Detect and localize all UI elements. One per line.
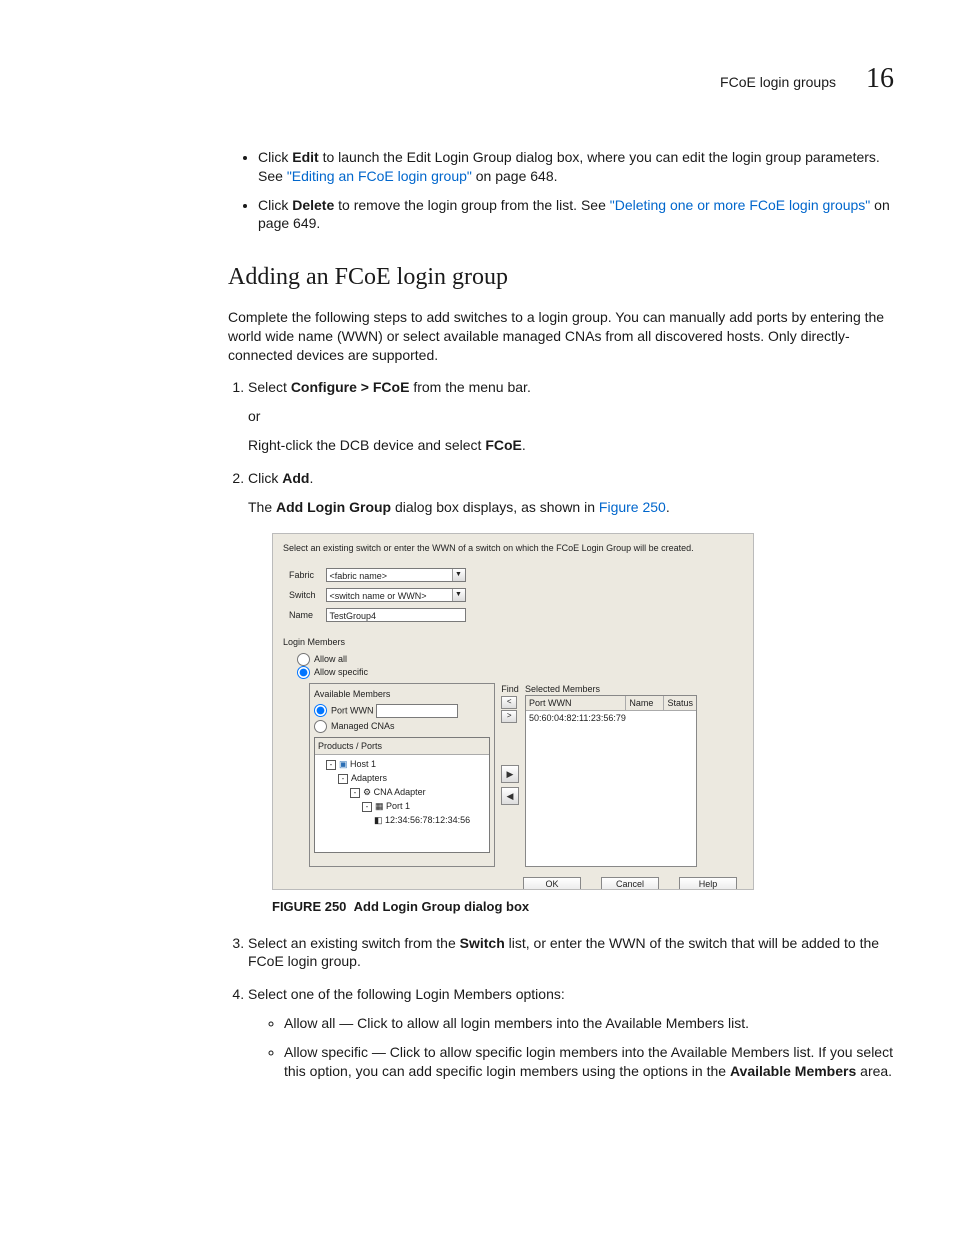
link-edit-group[interactable]: "Editing an FCoE login group" — [287, 168, 472, 184]
fabric-select[interactable]: <fabric name>▼ — [326, 568, 466, 582]
radio-allow-specific-row: Allow specific — [297, 666, 743, 679]
step-4: Select one of the following Login Member… — [248, 985, 894, 1081]
move-left-button[interactable]: ◀ — [501, 787, 519, 805]
steps-list: Select Configure > FCoE from the menu ba… — [228, 378, 894, 1080]
intro-paragraph: Complete the following steps to add swit… — [228, 308, 894, 365]
find-prev-button[interactable]: < — [501, 696, 517, 709]
label-find: Find — [501, 683, 519, 695]
name-input[interactable]: TestGroup4 — [326, 608, 466, 622]
bullet-edit: Click Edit to launch the Edit Login Grou… — [258, 148, 894, 186]
label-switch: Switch — [285, 586, 320, 604]
help-button[interactable]: Help — [679, 877, 737, 889]
header-section: FCoE login groups — [720, 73, 836, 92]
step-2: Click Add. The Add Login Group dialog bo… — [248, 469, 894, 915]
step-1: Select Configure > FCoE from the menu ba… — [248, 378, 894, 455]
move-right-button[interactable]: ▶ — [501, 765, 519, 783]
add-login-group-dialog: Select an existing switch or enter the W… — [272, 533, 754, 890]
step-3: Select an existing switch from the Switc… — [248, 934, 894, 972]
label-name: Name — [285, 606, 320, 624]
tree-cna[interactable]: -⚙ CNA Adapter — [318, 785, 486, 799]
link-delete-group[interactable]: "Deleting one or more FCoE login groups" — [610, 197, 871, 213]
label-selected: Selected Members — [525, 683, 697, 695]
col-status: Status — [664, 696, 696, 710]
ok-button[interactable]: OK — [523, 877, 581, 889]
col-name: Name — [626, 696, 664, 710]
step-1-alt: Right-click the DCB device and select FC… — [248, 436, 894, 455]
figure-caption: FIGURE 250 Add Login Group dialog box — [272, 898, 894, 916]
radio-allow-specific[interactable] — [297, 666, 310, 679]
tree-host[interactable]: -▣ Host 1 — [318, 757, 486, 771]
tree-adapters[interactable]: -Adapters — [318, 771, 486, 785]
label-available: Available Members — [314, 688, 490, 700]
chevron-down-icon: ▼ — [452, 589, 465, 601]
switch-select[interactable]: <switch name or WWN>▼ — [326, 588, 466, 602]
label-fabric: Fabric — [285, 566, 320, 584]
radio-port-wwn[interactable] — [314, 704, 327, 717]
available-members-panel: Available Members Port WWN Managed CNAs … — [309, 683, 495, 867]
radio-allow-all[interactable] — [297, 653, 310, 666]
radio-managed-cnas[interactable] — [314, 720, 327, 733]
step-4-allow-specific: Allow specific — Click to allow specific… — [284, 1043, 894, 1081]
tree-port[interactable]: -▦ Port 1 — [318, 799, 486, 813]
section-heading: Adding an FCoE login group — [228, 261, 894, 293]
radio-managed-cnas-row: Managed CNAs — [314, 720, 490, 733]
figure-250: Select an existing switch or enter the W… — [272, 533, 894, 890]
step-1-or: or — [248, 407, 894, 426]
dialog-form: Fabric <fabric name>▼ Switch <switch nam… — [283, 564, 472, 626]
label-login-members: Login Members — [283, 636, 743, 648]
selected-members-panel: Selected Members Port WWN Name Status 50… — [525, 683, 697, 867]
radio-allow-all-row: Allow all — [297, 653, 743, 666]
tree-wwn[interactable]: ◧ 12:34:56:78:12:34:56 — [318, 813, 486, 827]
chevron-down-icon: ▼ — [452, 569, 465, 581]
selected-members-table[interactable]: Port WWN Name Status 50:60:04:82:11:23:5… — [525, 695, 697, 867]
step-2-sub: The Add Login Group dialog box displays,… — [248, 498, 894, 517]
dialog-instruction: Select an existing switch or enter the W… — [283, 542, 743, 554]
find-next-button[interactable]: > — [501, 710, 517, 723]
table-row[interactable]: 50:60:04:82:11:23:56:79 — [526, 711, 696, 725]
link-figure-250[interactable]: Figure 250 — [599, 499, 666, 515]
intro-bullets: Click Edit to launch the Edit Login Grou… — [228, 148, 894, 234]
header-chapter: 16 — [866, 60, 894, 98]
bullet-delete: Click Delete to remove the login group f… — [258, 196, 894, 234]
port-wwn-input[interactable] — [376, 704, 458, 718]
radio-port-wwn-row: Port WWN — [314, 704, 490, 718]
cancel-button[interactable]: Cancel — [601, 877, 659, 889]
tree-header: Products / Ports — [315, 738, 489, 755]
col-port-wwn: Port WWN — [526, 696, 626, 710]
page-header: FCoE login groups 16 — [60, 60, 894, 98]
step-4-allow-all: Allow all — Click to allow all login mem… — [284, 1014, 894, 1033]
products-tree[interactable]: Products / Ports -▣ Host 1 -Adapters -⚙ … — [314, 737, 490, 853]
